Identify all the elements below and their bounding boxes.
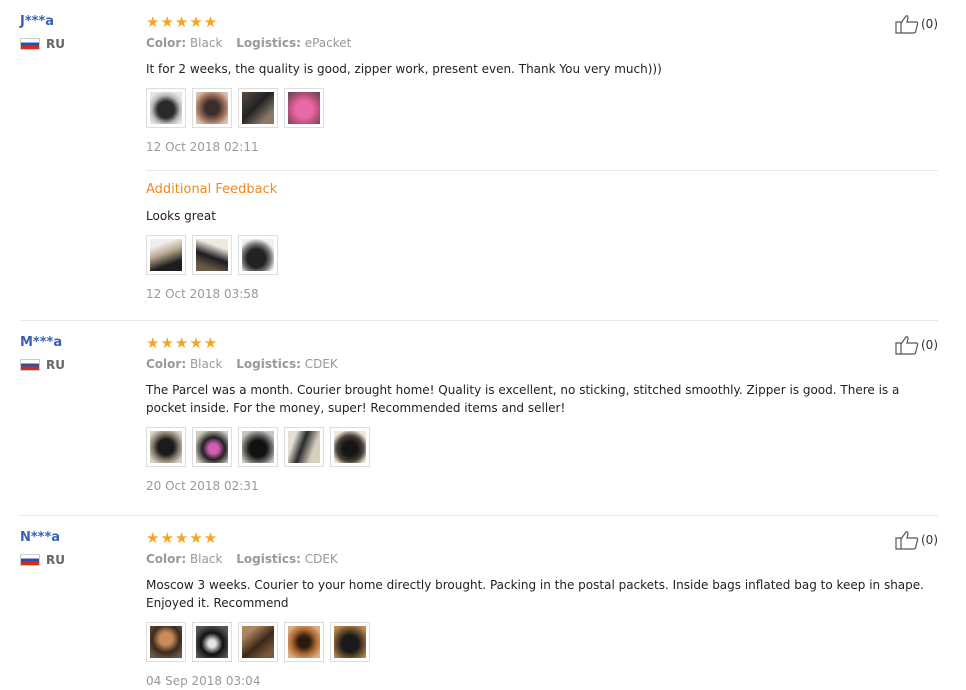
star-rating: ★★★★★ [146,13,219,31]
review-photo-thumbnail[interactable] [284,622,324,662]
logistics-label: Logistics: [236,552,301,566]
color-value: Black [189,552,223,566]
review-photo-thumbnail[interactable] [330,622,370,662]
review-attributes: Color: Black Logistics: CDEK [146,552,936,570]
review-photo-thumbnail[interactable] [146,235,186,275]
review-body: ★★★★★ Color: Black Logistics: CDEK The P… [146,335,936,493]
review-photo-thumbnail[interactable] [284,88,324,128]
review-photo-thumbnail[interactable] [284,427,324,467]
additional-photos [146,235,936,275]
review-photos [146,88,936,128]
russia-flag-icon [20,554,40,566]
logistics-value: CDEK [304,357,338,371]
review-photo-thumbnail[interactable] [146,622,186,662]
review-photo-thumbnail[interactable] [192,622,232,662]
color-label: Color: [146,357,187,371]
logistics-value: ePacket [304,36,352,50]
reviewer-name[interactable]: M***a [20,335,130,350]
reviewer-country: RU [20,358,130,372]
review-photo-thumbnail[interactable] [238,622,278,662]
reviewer-info: J***a RU [20,14,130,51]
review-photo-thumbnail[interactable] [238,88,278,128]
review-date: 12 Oct 2018 02:11 [146,140,259,154]
reviewer-name[interactable]: J***a [20,14,130,29]
review-body: ★★★★★ Color: Black Logistics: ePacket It… [146,14,936,154]
country-code: RU [46,37,65,51]
review-text: Moscow 3 weeks. Courier to your home dir… [146,578,924,610]
russia-flag-icon [20,359,40,371]
divider [20,515,938,516]
color-label: Color: [146,552,187,566]
review-attributes: Color: Black Logistics: ePacket [146,36,936,54]
review-text: The Parcel was a month. Courier brought … [146,383,900,415]
star-rating: ★★★★★ [146,529,219,547]
additional-feedback-label: Additional Feedback [146,182,278,197]
review-date: 20 Oct 2018 02:31 [146,479,259,493]
review-photo-thumbnail[interactable] [192,235,232,275]
logistics-label: Logistics: [236,36,301,50]
color-label: Color: [146,36,187,50]
review-text: It for 2 weeks, the quality is good, zip… [146,62,662,76]
additional-feedback-text: Looks great [146,209,216,223]
additional-feedback-body: Additional Feedback Looks great 12 Oct 2… [146,182,936,301]
review-photo-thumbnail[interactable] [146,427,186,467]
divider [20,320,938,321]
review-photo-thumbnail[interactable] [192,88,232,128]
divider [146,170,938,171]
russia-flag-icon [20,38,40,50]
color-value: Black [189,357,223,371]
review-photos [146,622,936,662]
logistics-value: CDEK [304,552,338,566]
review-photo-thumbnail[interactable] [146,88,186,128]
review-date: 04 Sep 2018 03:04 [146,674,261,688]
review-photo-thumbnail[interactable] [330,427,370,467]
additional-feedback-date: 12 Oct 2018 03:58 [146,287,259,301]
review-attributes: Color: Black Logistics: CDEK [146,357,936,375]
reviewer-country: RU [20,553,130,567]
color-value: Black [189,36,223,50]
review-photo-thumbnail[interactable] [192,427,232,467]
reviewer-country: RU [20,37,130,51]
review-photos [146,427,936,467]
review-photo-thumbnail[interactable] [238,235,278,275]
reviewer-info: N***a RU [20,530,130,567]
country-code: RU [46,358,65,372]
logistics-label: Logistics: [236,357,301,371]
reviewer-name[interactable]: N***a [20,530,130,545]
review-body: ★★★★★ Color: Black Logistics: CDEK Mosco… [146,530,936,688]
star-rating: ★★★★★ [146,334,219,352]
reviewer-info: M***a RU [20,335,130,372]
review-photo-thumbnail[interactable] [238,427,278,467]
country-code: RU [46,553,65,567]
